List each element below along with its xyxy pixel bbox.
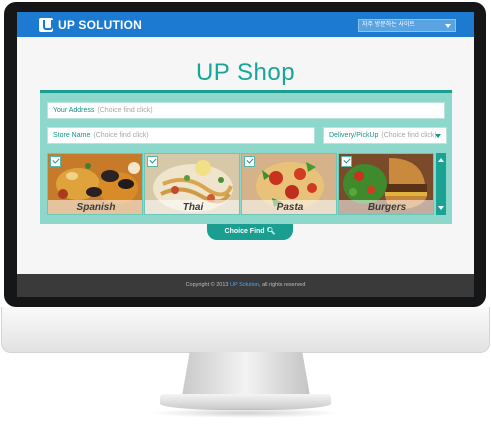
delivery-pickup-select[interactable]: Delivery/PickUp (Choice find click) — [323, 127, 447, 144]
delivery-pickup-label: Delivery/PickUp — [329, 132, 379, 139]
monitor-stand — [182, 352, 310, 396]
logo-icon[interactable] — [39, 18, 53, 32]
site-select-dropdown[interactable]: 자주 방문하는 사이트 — [358, 19, 456, 32]
store-name-field[interactable]: Store Name (Choice find click) — [47, 127, 315, 144]
choice-find-button[interactable]: Choice Find 🔍︎ — [207, 224, 293, 240]
category-label: Spanish — [76, 202, 116, 213]
scroll-down-icon[interactable] — [438, 206, 444, 210]
search-panel: Your Address (Choice find click) Store Na… — [40, 90, 452, 224]
category-card-burgers[interactable]: Burgers — [338, 153, 434, 215]
category-checkbox[interactable] — [147, 156, 158, 167]
screen: UP SOLUTION 자주 방문하는 사이트 UP Shop Your Add… — [17, 12, 474, 297]
carousel-scrollbar[interactable] — [436, 153, 446, 215]
stand-shadow — [150, 408, 341, 418]
chevron-down-icon — [445, 24, 451, 28]
category-card-spanish[interactable]: Spanish — [47, 153, 143, 215]
chevron-down-icon — [435, 134, 441, 138]
store-name-label: Store Name — [53, 132, 91, 139]
category-carousel: Spanish Thai Pasta Burgers — [47, 153, 434, 215]
category-label: Thai — [182, 202, 204, 213]
address-field-label: Your Address — [53, 107, 95, 114]
address-field[interactable]: Your Address (Choice find click) — [47, 102, 445, 119]
category-checkbox[interactable] — [341, 156, 352, 167]
footer: Copyright © 2013 UP Solution, all rights… — [17, 274, 474, 297]
category-label: Burgers — [367, 202, 407, 213]
category-card-thai[interactable]: Thai — [144, 153, 240, 215]
top-navbar: UP SOLUTION 자주 방문하는 사이트 — [17, 12, 474, 37]
choice-find-label: Choice Find — [224, 228, 265, 235]
monitor-chin — [1, 307, 490, 353]
site-select-value: 자주 방문하는 사이트 — [362, 22, 416, 28]
search-icon: 🔍︎ — [266, 228, 276, 235]
category-label: Pasta — [276, 202, 304, 213]
copyright-text: Copyright © 2013 — [185, 282, 229, 288]
address-field-placeholder: (Choice find click) — [97, 107, 153, 114]
scroll-up-icon[interactable] — [438, 158, 444, 162]
footer-brand-link[interactable]: UP Solution — [230, 282, 259, 288]
category-checkbox[interactable] — [50, 156, 61, 167]
page-title: UP Shop — [195, 59, 296, 86]
category-card-pasta[interactable]: Pasta — [241, 153, 337, 215]
copyright-suffix: , all rights reserved — [258, 282, 306, 288]
delivery-pickup-placeholder: (Choice find click) — [381, 132, 437, 139]
store-name-placeholder: (Choice find click) — [93, 132, 149, 139]
logo-text[interactable]: UP SOLUTION — [58, 18, 142, 32]
category-checkbox[interactable] — [244, 156, 255, 167]
